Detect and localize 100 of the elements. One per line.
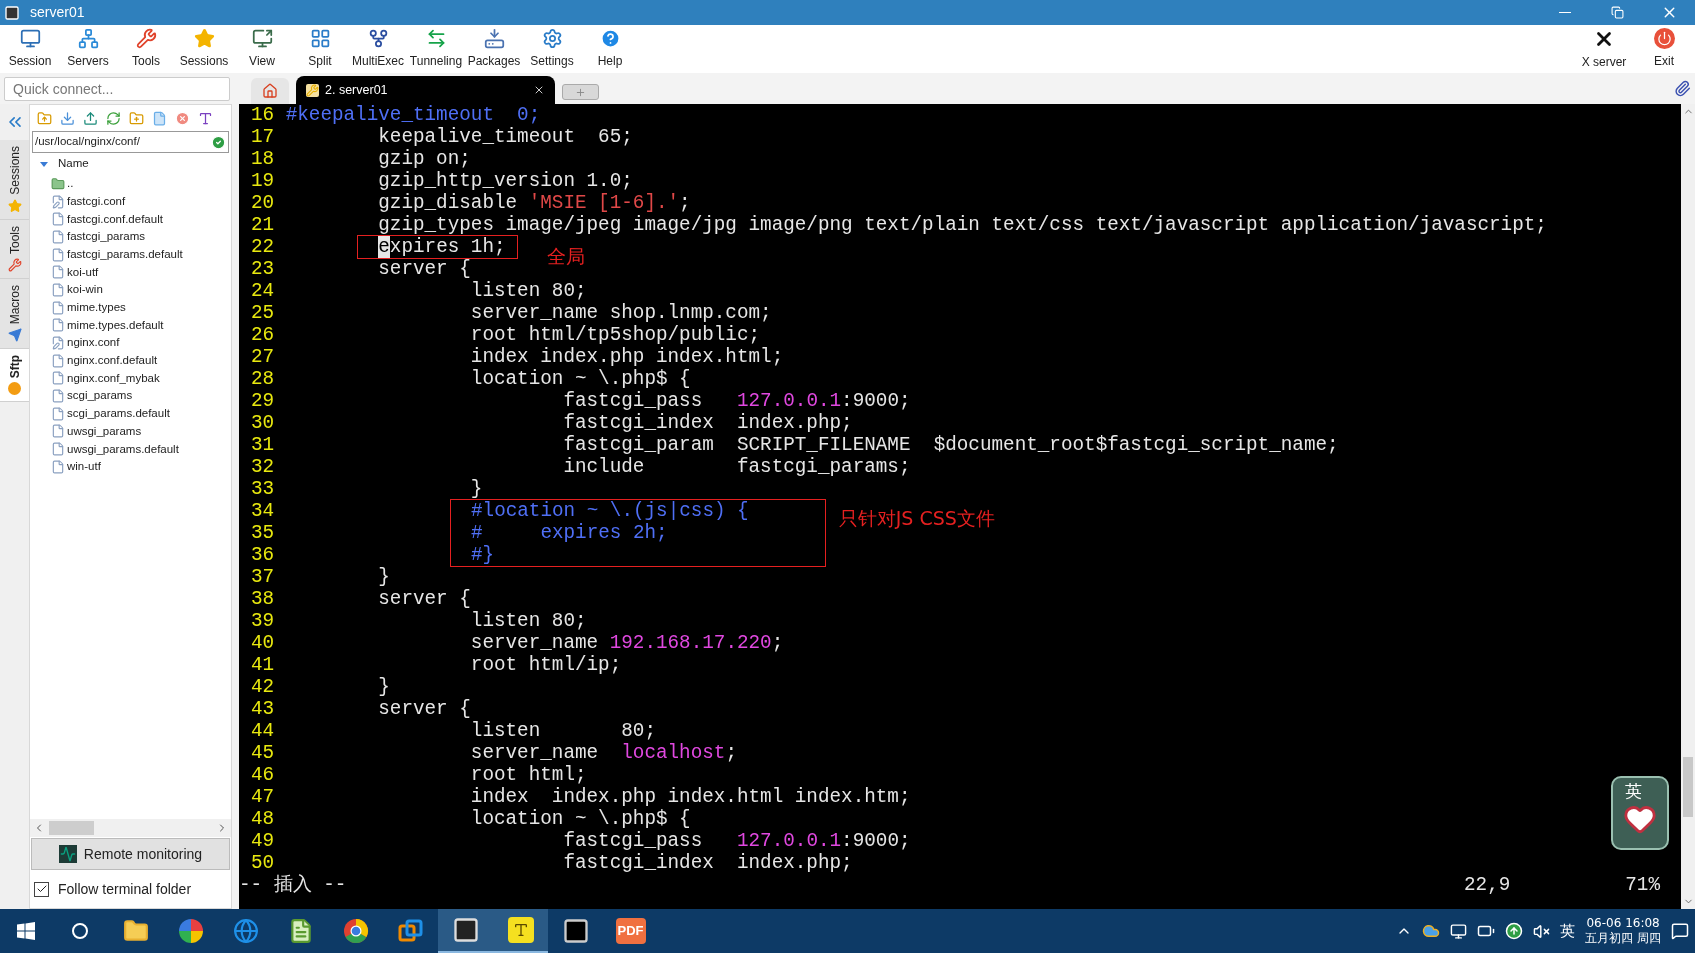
file-row[interactable]: koi-utf — [51, 263, 231, 282]
toolbar-button[interactable]: Session — [1, 25, 59, 73]
line-number: 40 — [251, 632, 276, 654]
file-row[interactable]: fastcgi_params.default — [51, 245, 231, 264]
vim-mode: -- 插入 -- — [239, 874, 347, 896]
file-icon — [51, 265, 65, 280]
annotation-text: 只针对JS CSS文件 — [838, 506, 995, 528]
file-row[interactable]: uwsgi_params.default — [51, 440, 231, 458]
file-icon — [51, 318, 65, 333]
line-number: 33 — [251, 478, 276, 500]
column-header[interactable]: Name — [58, 155, 89, 173]
code-text: 'MSIE [1-6].' — [528, 192, 680, 214]
file-row[interactable]: scgi_params — [51, 387, 231, 405]
code-text: keepalive_timeout 65; — [377, 126, 633, 148]
close-tab-icon[interactable] — [533, 84, 545, 96]
file-row[interactable]: fastcgi.conf.default — [51, 210, 231, 229]
check-icon — [211, 134, 226, 150]
notification-icon[interactable] — [1671, 922, 1689, 940]
toolbar-button[interactable]: Tunneling — [407, 25, 465, 73]
cloud-icon[interactable] — [1422, 922, 1441, 940]
file-row[interactable]: nginx.conf_mybak — [51, 369, 231, 388]
line-number: 32 — [251, 456, 276, 478]
folder-plus-icon[interactable] — [129, 110, 144, 126]
file-row[interactable]: fastcgi_params — [51, 228, 231, 246]
upload-icon[interactable] — [83, 110, 98, 126]
file-row[interactable]: nginx.conf — [51, 334, 231, 352]
path-field[interactable]: /usr/local/nginx/conf/ — [32, 131, 229, 153]
muted-speaker-icon[interactable] — [1533, 922, 1551, 940]
home-tab[interactable] — [251, 78, 289, 104]
toolbar-button[interactable]: Servers — [59, 25, 117, 73]
ime-indicator[interactable]: 英 — [1560, 919, 1576, 943]
file-row[interactable]: nginx.conf.default — [51, 351, 231, 370]
toolbar-button[interactable]: MultiExec — [349, 25, 407, 73]
follow-checkbox[interactable]: Follow terminal folder — [30, 870, 231, 908]
taskbar-app[interactable] — [493, 909, 548, 953]
file-row[interactable]: mime.types — [51, 298, 231, 317]
code-text: # expires 2h; — [471, 522, 668, 544]
toolbar-button[interactable]: Split — [291, 25, 349, 73]
line-number: 21 — [251, 214, 276, 236]
side-tab[interactable]: Sessions — [0, 140, 29, 220]
annotation-text: 全局 — [546, 244, 585, 266]
side-tab[interactable]: Tools — [0, 219, 29, 279]
line-number: 31 — [251, 434, 276, 456]
wrench-icon — [306, 83, 319, 97]
toolbar-button[interactable]: View — [233, 25, 291, 73]
folder-icon — [51, 176, 65, 191]
toolbar-button[interactable]: Sessions — [175, 25, 233, 73]
code-text: listen 80; — [469, 610, 587, 632]
plus-icon — [575, 86, 586, 98]
code-text: gzip_types image/jpeg image/jpg image/png text/plain text/css text/javascript application/javascript; — [377, 214, 1547, 236]
line-number: 43 — [251, 698, 276, 720]
taskbar-app[interactable] — [438, 909, 493, 953]
line-number: 45 — [251, 742, 276, 764]
scrollbar[interactable] — [1681, 104, 1695, 909]
file-icon — [51, 282, 65, 297]
clock[interactable]: 06-06 16:08 五月初四 周四 — [1585, 916, 1661, 946]
toolbar-button[interactable]: Help — [581, 25, 639, 73]
text-icon[interactable] — [198, 110, 213, 126]
file-row[interactable]: uwsgi_params — [51, 422, 231, 441]
folder-up-icon[interactable] — [37, 110, 52, 126]
code-text: fastcgi_index index.php; — [562, 852, 853, 874]
code-text: server_name — [469, 742, 600, 764]
toolbar-button[interactable]: Tools — [117, 25, 175, 73]
line-number: 23 — [251, 258, 276, 280]
file-row[interactable]: fastcgi.conf — [51, 192, 231, 211]
scroll-thumb[interactable] — [1683, 756, 1693, 817]
toolbar-button[interactable]: X server — [1572, 25, 1636, 73]
code-text: #} — [471, 544, 495, 566]
line-number: 47 — [251, 786, 276, 808]
quick-connect-field[interactable]: Quick connect... — [4, 76, 230, 101]
toolbar-button[interactable]: Exit — [1636, 25, 1692, 73]
file-row[interactable]: mime.types.default — [51, 316, 231, 335]
line-number: 27 — [251, 346, 276, 368]
session-tab[interactable]: 2. server01 — [296, 76, 555, 104]
toolbar-button[interactable]: Settings — [523, 25, 581, 73]
scroll-percent: 71% — [1625, 874, 1660, 896]
refresh-icon[interactable] — [106, 110, 121, 126]
file-row[interactable]: koi-win — [51, 281, 231, 299]
grid-icon — [309, 28, 331, 49]
file-row[interactable]: win-utf — [51, 458, 231, 476]
ime-widget[interactable]: 英 — [1611, 776, 1669, 850]
paperclip-icon[interactable] — [1674, 80, 1691, 97]
checkmark-icon — [35, 883, 48, 895]
side-tab[interactable]: Macros — [0, 278, 29, 350]
remote-monitoring-button[interactable]: Remote monitoring — [31, 838, 230, 870]
toolbar-button[interactable]: Packages — [465, 25, 523, 73]
file-row[interactable]: .. — [51, 175, 231, 193]
code-text: root html/tp5shop/public; — [469, 324, 761, 346]
line-number: 25 — [251, 302, 276, 324]
download-icon[interactable] — [60, 110, 75, 126]
checkbox[interactable] — [34, 881, 49, 897]
settings-icon — [541, 28, 563, 49]
code-text: gzip_disable — [377, 192, 519, 214]
code-text: location ~ \.php$ { — [469, 368, 691, 390]
line-number: 49 — [251, 830, 276, 852]
file-row[interactable]: scgi_params.default — [51, 404, 231, 423]
code-text: server_name — [469, 632, 600, 654]
wrench-icon — [7, 257, 22, 272]
side-tab[interactable]: Sftp — [0, 349, 29, 403]
code-text: #keepalive_timeout 0; — [285, 104, 541, 126]
